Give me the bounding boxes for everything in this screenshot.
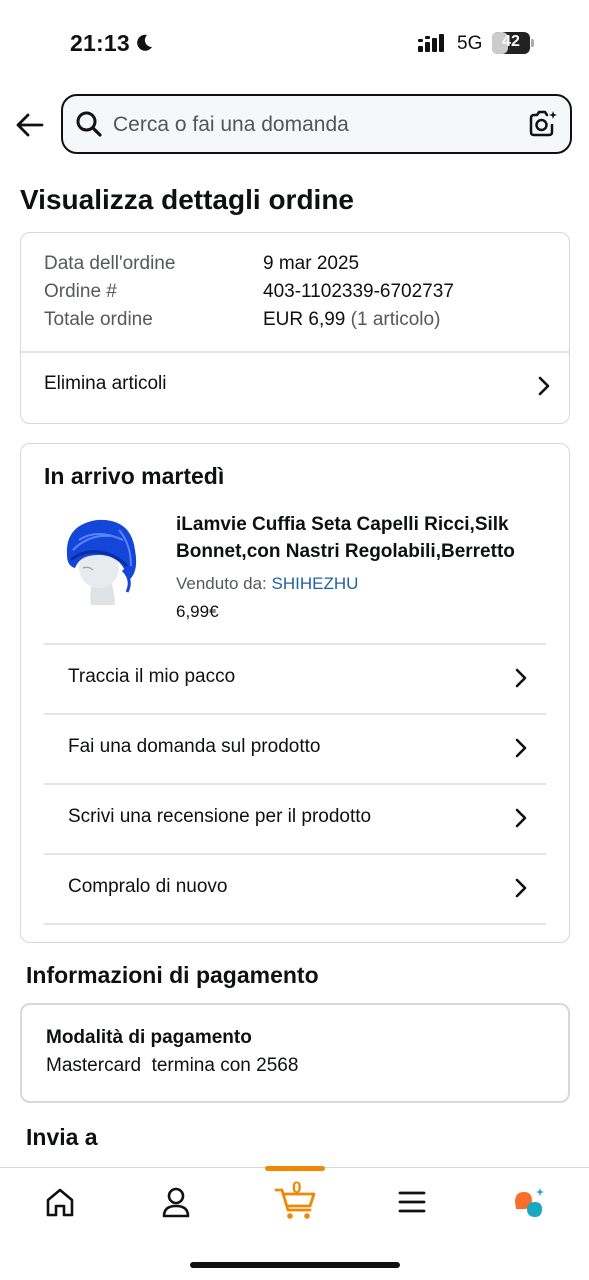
order-summary-card: Data dell'ordine 9 mar 2025 Ordine # 403… [20, 232, 570, 424]
product-title-link[interactable]: iLamvie Cuffia Seta Capelli Ricci,Silk B… [176, 511, 551, 565]
menu-icon[interactable] [392, 1185, 432, 1219]
chevron-right-icon [515, 808, 527, 828]
seller-link[interactable]: SHIHEZHU [271, 574, 358, 593]
active-tab-indicator [265, 1166, 325, 1171]
arrival-title: In arrivo martedì [44, 463, 225, 489]
order-number-value: 403-1102339-6702737 [263, 281, 454, 302]
status-time: 21:13 [70, 30, 130, 56]
account-icon[interactable] [156, 1185, 196, 1219]
order-total-amount: EUR 6,99 [263, 309, 346, 330]
search-input[interactable]: Cerca o fai una domanda [61, 94, 572, 154]
action-label: Traccia il mio pacco [68, 666, 236, 687]
search-icon [76, 111, 102, 137]
network-label: 5G [457, 33, 483, 54]
page-title: Visualizza dettagli ordine [20, 184, 355, 215]
battery-level-text: 42 [502, 33, 520, 50]
signal-icon [418, 34, 444, 52]
chevron-right-icon [515, 878, 527, 898]
action-label: Compralo di nuovo [68, 876, 228, 897]
camera-search-icon[interactable] [528, 108, 558, 138]
action-label: Fai una domanda sul prodotto [68, 736, 321, 757]
rufus-ai-icon[interactable] [510, 1185, 550, 1219]
order-number-label: Ordine # [44, 281, 117, 302]
order-total-items: (1 articolo) [350, 309, 441, 330]
delete-items-row[interactable]: Elimina articoli [21, 353, 569, 423]
chevron-right-icon [538, 376, 550, 396]
ship-to-section-title: Invia a [26, 1124, 98, 1150]
battery-icon: 42 [492, 32, 534, 54]
order-date-label: Data dell'ordine [44, 253, 176, 274]
product-image[interactable] [49, 510, 149, 618]
write-review-row[interactable]: Scrivi una recensione per il prodotto [44, 784, 546, 854]
payment-method-value: Mastercard termina con 2568 [46, 1055, 299, 1076]
home-indicator [190, 1262, 400, 1268]
home-icon[interactable] [40, 1185, 80, 1219]
seller-prefix: Venduto da: [176, 574, 272, 593]
ask-question-row[interactable]: Fai una domanda sul prodotto [44, 714, 546, 784]
search-placeholder: Cerca o fai una domanda [113, 113, 349, 136]
status-bar: 21:13 5G 42 [0, 0, 589, 88]
delete-items-label: Elimina articoli [44, 373, 167, 394]
cart-count: 0 [292, 1178, 302, 1197]
action-label: Scrivi una recensione per il prodotto [68, 806, 372, 827]
product-price: 6,99€ [176, 602, 219, 621]
buy-again-row[interactable]: Compralo di nuovo [44, 854, 546, 924]
payment-method-label: Modalità di pagamento [46, 1027, 252, 1048]
chevron-right-icon [515, 738, 527, 758]
seller-line: Venduto da: SHIHEZHU [176, 574, 358, 594]
back-arrow-icon[interactable] [14, 110, 46, 140]
payment-section-title: Informazioni di pagamento [26, 962, 319, 988]
shipment-card: In arrivo martedì iLamvie Cuffia Seta Ca… [20, 443, 570, 943]
track-package-row[interactable]: Traccia il mio pacco [44, 644, 546, 714]
cart-button[interactable]: 0 [274, 1178, 318, 1220]
order-total-label: Totale ordine [44, 309, 153, 330]
divider [44, 923, 546, 925]
chevron-right-icon [515, 668, 527, 688]
moon-icon [137, 34, 152, 51]
payment-method-card[interactable]: Modalità di pagamento Mastercard termina… [20, 1003, 570, 1103]
order-date-value: 9 mar 2025 [263, 253, 360, 274]
order-total-value: EUR 6,99 (1 articolo) [263, 309, 440, 331]
